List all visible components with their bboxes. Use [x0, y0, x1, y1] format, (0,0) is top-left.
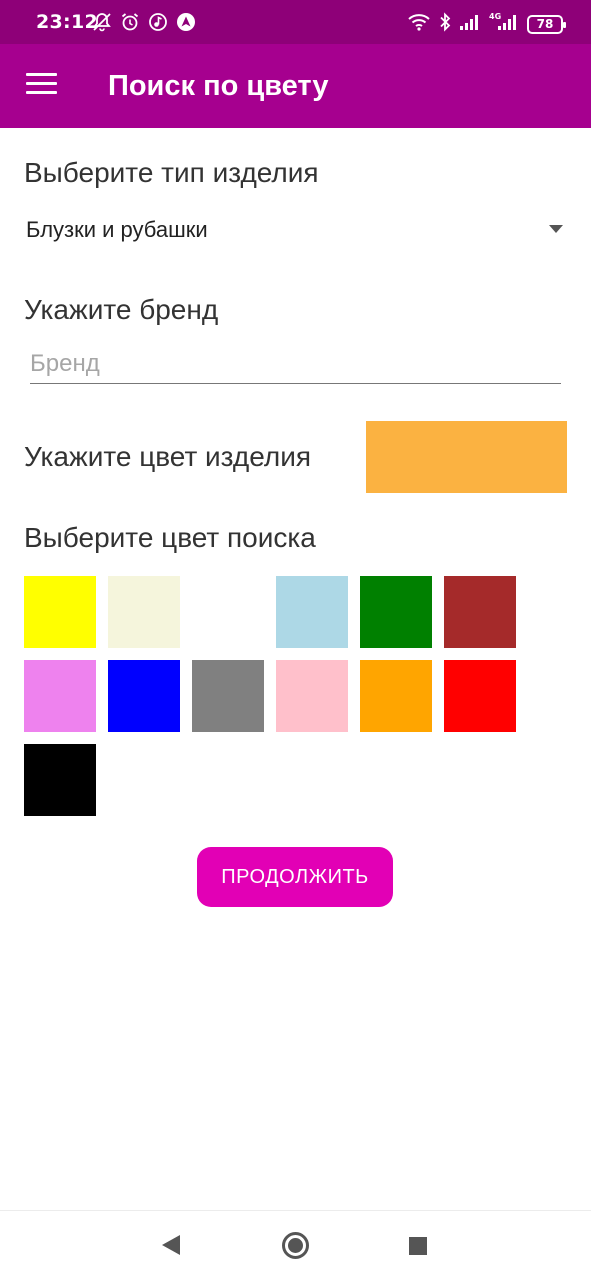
recents-icon[interactable]: [409, 1237, 427, 1255]
status-icons-right: 4G 78: [407, 12, 566, 36]
color-swatch[interactable]: [24, 660, 96, 732]
color-swatch[interactable]: [192, 576, 264, 648]
color-swatch[interactable]: [108, 576, 180, 648]
home-icon[interactable]: [282, 1232, 309, 1259]
type-label: Выберите тип изделия: [24, 157, 319, 188]
status-icons-left: [92, 12, 196, 36]
color-swatch[interactable]: [444, 576, 516, 648]
music-icon: [148, 12, 168, 36]
color-swatch[interactable]: [276, 576, 348, 648]
back-icon[interactable]: [162, 1235, 180, 1255]
color-swatch[interactable]: [24, 744, 96, 816]
svg-text:4G: 4G: [489, 12, 501, 21]
status-time: 23:12: [36, 11, 98, 33]
system-nav-bar: [0, 1210, 591, 1280]
signal-4g-icon: 4G: [489, 12, 519, 36]
nav-app-icon: [176, 12, 196, 36]
color-swatch[interactable]: [360, 660, 432, 732]
selected-color-swatch[interactable]: [366, 421, 567, 493]
search-color-label: Выберите цвет поиска: [24, 522, 316, 553]
wifi-icon: [407, 12, 431, 36]
menu-icon[interactable]: [26, 73, 57, 99]
app-bar: Поиск по цвету: [0, 44, 591, 128]
type-select[interactable]: Блузки и рубашки: [24, 212, 568, 252]
signal-icon: [459, 12, 481, 36]
continue-button[interactable]: ПРОДОЛЖИТЬ: [197, 847, 393, 907]
battery-icon: 78: [527, 14, 566, 34]
item-color-label: Укажите цвет изделия: [24, 441, 312, 472]
alarm-icon: [120, 12, 140, 36]
dropdown-arrow-icon: [549, 225, 563, 233]
bluetooth-icon: [439, 12, 451, 36]
brand-input[interactable]: [30, 344, 561, 384]
color-swatch[interactable]: [360, 576, 432, 648]
color-swatch[interactable]: [192, 660, 264, 732]
color-swatch[interactable]: [24, 576, 96, 648]
color-swatch[interactable]: [108, 660, 180, 732]
notifications-off-icon: [92, 12, 112, 36]
type-select-value: Блузки и рубашки: [26, 217, 208, 242]
page-title: Поиск по цвету: [108, 70, 329, 102]
status-bar: 23:12 4G 78: [0, 0, 591, 44]
color-swatch[interactable]: [276, 660, 348, 732]
color-swatch[interactable]: [444, 660, 516, 732]
brand-label: Укажите бренд: [24, 294, 219, 325]
